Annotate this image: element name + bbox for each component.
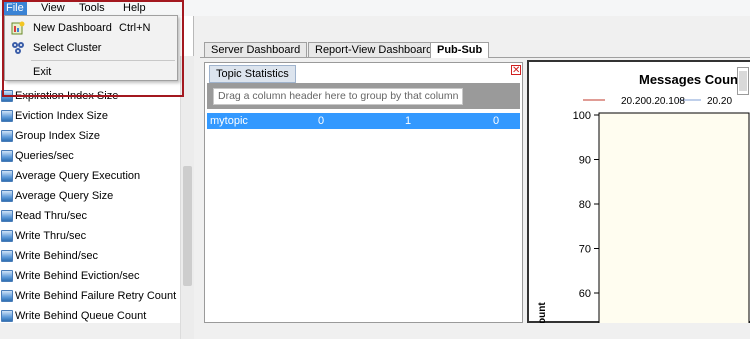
table-row[interactable]: mytopic 0 1 0	[207, 113, 520, 129]
counter-label: Write Thru/sec	[15, 230, 87, 242]
counter-label: Eviction Index Size	[15, 110, 108, 122]
plot-area	[598, 112, 750, 323]
counter-icon	[1, 170, 13, 182]
tab-pub-sub[interactable]: Pub-Sub	[430, 42, 490, 58]
y-axis: 100 90 80 70 60	[573, 110, 599, 300]
legend-entry-1: 20.200.20.108	[621, 96, 685, 107]
counter-icon	[1, 250, 13, 262]
counter-icon	[1, 290, 13, 302]
counter-label: Write Behind Failure Retry Count	[15, 290, 177, 302]
table-cell: 0	[318, 115, 325, 127]
counter-icon	[1, 110, 13, 122]
chart-scrollbar[interactable]	[737, 67, 749, 95]
topic-statistics-title[interactable]: Topic Statistics	[209, 65, 296, 83]
counter-label: Write Behind/sec	[15, 250, 98, 262]
counter-label: Group Index Size	[15, 130, 100, 142]
legend-entry-2: 20.20	[707, 96, 732, 107]
counter-label: Queries/sec	[15, 150, 74, 162]
counter-icon	[1, 210, 13, 222]
y-tick-label: 90	[579, 155, 591, 167]
table-cell: 0	[493, 115, 500, 127]
chart-title: Messages Count	[639, 72, 743, 87]
table-cell: 1	[405, 115, 412, 127]
scrollbar-thumb[interactable]	[739, 71, 747, 91]
counter-icon	[1, 230, 13, 242]
y-tick-label: 60	[579, 288, 591, 300]
y-axis-label: ount	[537, 302, 548, 323]
scrollbar-thumb[interactable]	[183, 166, 192, 286]
group-by-bar[interactable]: Drag a column header here to group by th…	[207, 83, 520, 109]
group-by-hint: Drag a column header here to group by th…	[213, 88, 464, 105]
counter-label: Write Behind Queue Count	[15, 310, 147, 322]
tab-report-view-dashboard[interactable]: Report-View Dashboard	[308, 42, 440, 57]
chart-canvas: 20.200.20.108 20.20 100 90 80 70 60 ount	[537, 96, 750, 323]
highlight-box	[2, 0, 184, 97]
messages-count-chart: 20.200.20.108 20.20 100 90 80 70 60 ount Mes…	[527, 60, 750, 323]
topic-statistics-panel: Topic Statistics ✕ Drag a column header …	[204, 62, 523, 323]
y-tick-label: 70	[579, 244, 591, 256]
counter-icon	[1, 310, 13, 322]
counter-label: Read Thru/sec	[15, 210, 87, 222]
y-tick-label: 100	[573, 110, 591, 122]
counters-scrollbar[interactable]	[180, 56, 194, 339]
counter-label: Average Query Size	[15, 190, 114, 202]
close-icon[interactable]: ✕	[511, 65, 521, 76]
y-tick-label: 80	[579, 199, 591, 211]
counter-icon	[1, 150, 13, 162]
counter-label: Write Behind Eviction/sec	[15, 270, 140, 282]
counter-icon	[1, 190, 13, 202]
dashboard-tabs: Server Dashboard Report-View Dashboard P…	[200, 40, 750, 58]
counter-icon	[1, 130, 13, 142]
counter-label: Average Query Execution	[15, 170, 141, 182]
counter-icon	[1, 270, 13, 282]
tab-server-dashboard[interactable]: Server Dashboard	[204, 42, 308, 57]
topic-name-cell: mytopic	[210, 115, 248, 127]
